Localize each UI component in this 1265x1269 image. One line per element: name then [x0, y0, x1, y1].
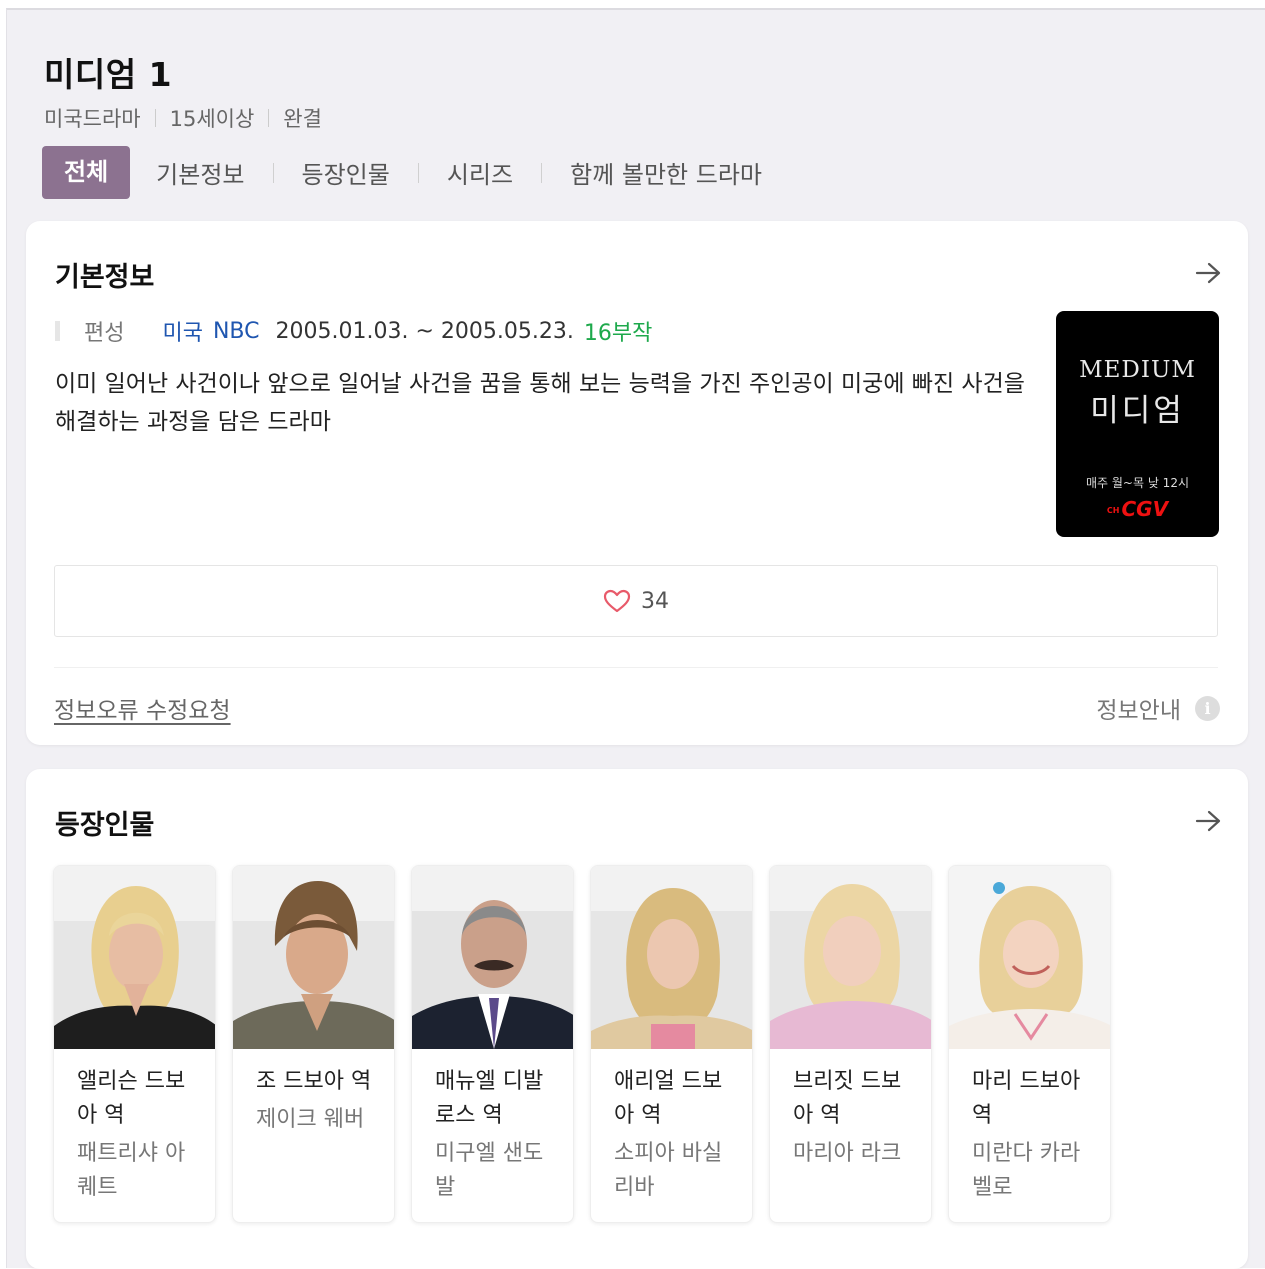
like-count: 34: [641, 588, 669, 614]
report-error-link[interactable]: 정보오류 수정요청: [54, 691, 231, 725]
cast-role: 매뉴엘 디발로스 역: [435, 1069, 544, 1128]
basic-info-card: 기본정보 편성 미국 NBC 2005.01.03. ~ 2005.05.23.…: [26, 221, 1248, 745]
cast-item[interactable]: 매뉴엘 디발로스 역 미구엘 샌도발: [411, 865, 574, 1223]
episode-count: 16부작: [583, 321, 653, 346]
cast-role: 앨리슨 드보아 역: [77, 1069, 186, 1128]
heart-icon: [603, 589, 631, 613]
tab-recommended[interactable]: 함께 볼만한 드라마: [570, 155, 762, 190]
synopsis: 이미 일어난 사건이나 앞으로 일어날 사건을 꿈을 통해 보는 능력을 가진 …: [55, 371, 1025, 435]
cast-item[interactable]: 조 드보아 역 제이크 웨버: [232, 865, 395, 1223]
tab-cast[interactable]: 등장인물: [302, 155, 390, 190]
cast-actor: 패트리샤 아퀘트: [77, 1141, 186, 1200]
poster-logo-text: CGV: [1121, 497, 1169, 521]
cast-actor: 미란다 카라벨로: [972, 1141, 1081, 1200]
tab-all[interactable]: 전체: [42, 146, 131, 199]
poster-title-en: MEDIUM: [1079, 357, 1196, 383]
cast-item[interactable]: 애리얼 드보아 역 소피아 바실리바: [590, 865, 753, 1223]
cast-item[interactable]: 브리짓 드보아 역 마리아 라크: [769, 865, 932, 1223]
meta-rating: 15세이상: [169, 107, 255, 131]
meta-divider: [268, 109, 270, 127]
poster-schedule: 매주 월~목 낮 12시: [1085, 476, 1189, 490]
cast-role: 조 드보아 역: [256, 1069, 372, 1094]
cast-actor: 제이크 웨버: [256, 1107, 365, 1132]
cast-list: 앨리슨 드보아 역 패트리샤 아퀘트 조 드보아 역 제이크 웨버 매뉴엘 디발…: [53, 865, 1127, 1223]
arrow-right-icon[interactable]: [1194, 809, 1224, 833]
tab-divider: [541, 162, 543, 183]
cast-title: 등장인물: [55, 810, 155, 841]
poster-logo-prefix: CH: [1106, 506, 1120, 515]
cast-role: 브리짓 드보아 역: [793, 1069, 902, 1128]
page-title: 미디엄 1: [44, 55, 173, 94]
country-link[interactable]: 미국: [162, 315, 202, 347]
cast-item[interactable]: 앨리슨 드보아 역 패트리샤 아퀘트: [53, 865, 216, 1223]
cast-role: 마리 드보아 역: [972, 1069, 1081, 1128]
like-button[interactable]: 34: [54, 565, 1218, 637]
cast-card: 등장인물 앨리슨 드보아 역 패트리샤 아퀘트 조 드보아 역 제이크 웨버 매…: [26, 769, 1248, 1269]
tab-series[interactable]: 시리즈: [447, 155, 513, 190]
tab-divider: [272, 162, 274, 183]
air-dates: 2005.01.03. ~ 2005.05.23.: [275, 318, 574, 344]
cast-actor: 미구엘 샌도발: [435, 1141, 544, 1200]
cast-photo: [233, 866, 394, 1049]
cast-photo: [412, 866, 573, 1049]
tab-bar: 전체 기본정보 등장인물 시리즈 함께 볼만한 드라마: [42, 146, 762, 199]
cast-photo: [591, 866, 752, 1049]
poster-title-ko: 미디엄: [1090, 393, 1185, 429]
info-guide-label: 정보안내: [1096, 698, 1181, 724]
cast-item[interactable]: 마리 드보아 역 미란다 카라벨로: [948, 865, 1111, 1223]
cast-photo: [770, 866, 931, 1049]
row-marker: [55, 321, 60, 341]
poster-logo: CH CGV: [1056, 497, 1219, 521]
cast-photo: [54, 866, 215, 1049]
meta-info: 미국드라마 15세이상 완결: [44, 103, 322, 133]
network-link[interactable]: NBC: [213, 319, 260, 344]
cast-role: 애리얼 드보아 역: [614, 1069, 723, 1128]
tab-basic-info[interactable]: 기본정보: [156, 155, 244, 190]
broadcast-label: 편성: [84, 321, 125, 346]
meta-divider: [154, 109, 156, 127]
cast-actor: 마리아 라크: [793, 1141, 902, 1166]
cast-actor: 소피아 바실리바: [614, 1141, 723, 1200]
info-guide[interactable]: 정보안내 i: [1096, 691, 1220, 725]
page-frame: 미디엄 1 미국드라마 15세이상 완결 전체 기본정보 등장인물 시리즈 함께…: [6, 8, 1265, 1269]
cast-photo: [949, 866, 1110, 1049]
poster-image[interactable]: MEDIUM 미디엄 매주 월~목 낮 12시 CH CGV: [1056, 311, 1219, 537]
meta-genre: 미국드라마: [44, 107, 141, 131]
meta-status: 완결: [283, 107, 322, 131]
basic-info-title: 기본정보: [55, 262, 155, 293]
broadcast-row: 편성 미국 NBC 2005.01.03. ~ 2005.05.23. 16부작: [55, 315, 652, 347]
tab-divider: [417, 162, 419, 183]
info-icon: i: [1195, 695, 1220, 721]
card-divider: [54, 667, 1218, 668]
arrow-right-icon[interactable]: [1194, 261, 1224, 285]
